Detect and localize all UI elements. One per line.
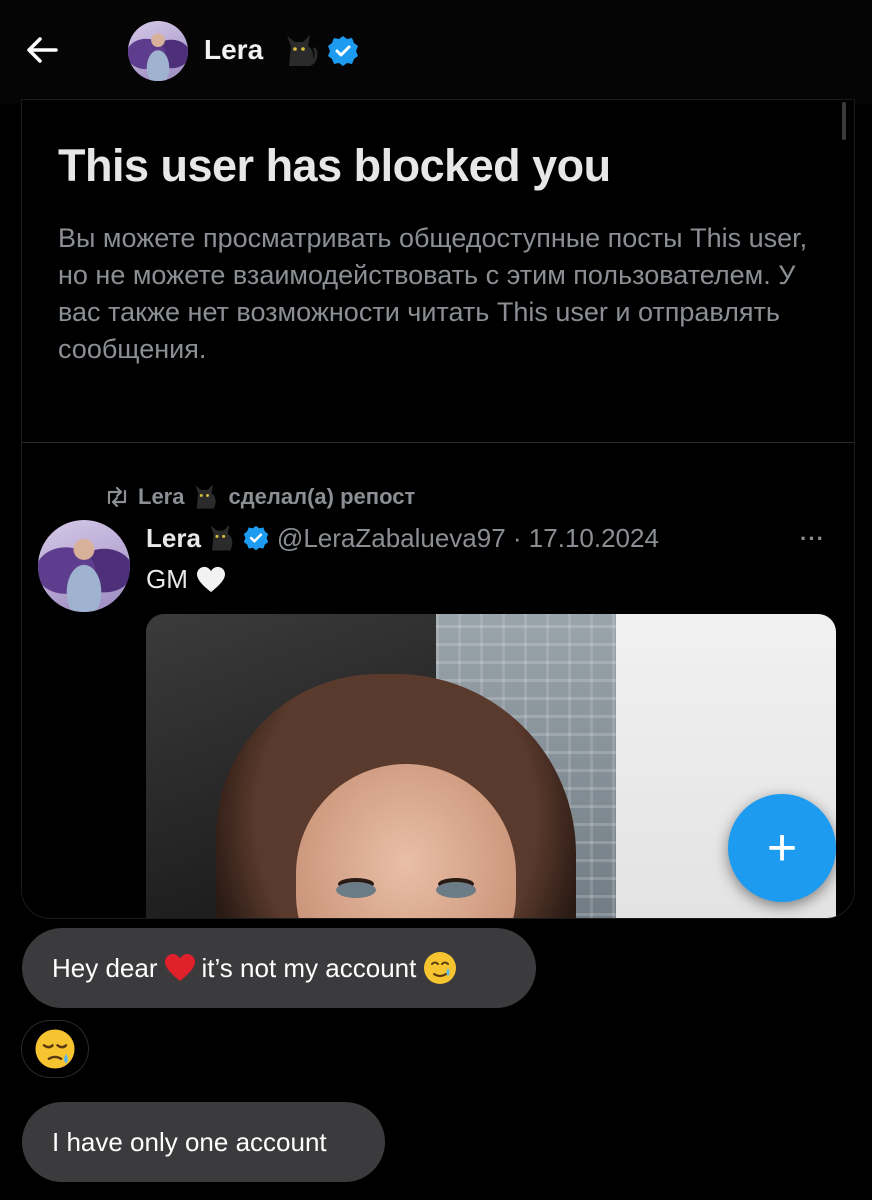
message-bubble[interactable]: I have only one account [22, 1102, 385, 1182]
message-text-2: it’s not my account [201, 952, 417, 983]
blocked-title: This user has blocked you [58, 140, 611, 191]
avatar[interactable] [128, 21, 188, 81]
repost-user[interactable]: Lera [138, 484, 184, 510]
verified-badge-icon [243, 525, 269, 551]
repost-suffix: сделал(а) репост [228, 484, 416, 509]
scroll-indicator [842, 102, 846, 140]
message-text-3: I have only one account [52, 1126, 327, 1157]
tweet-author[interactable]: Lera [146, 523, 201, 554]
more-options-button[interactable]: ··· [800, 526, 825, 552]
red-heart-icon [164, 954, 195, 981]
compose-button[interactable]: + [728, 794, 836, 902]
repost-indicator: Lera сделал(а) репост [104, 480, 415, 514]
divider [22, 442, 854, 443]
sleepy-face-emoji-icon [35, 1029, 75, 1069]
repost-icon [107, 486, 127, 508]
plus-icon: + [766, 819, 798, 877]
verified-badge-icon [328, 36, 358, 66]
white-heart-icon [196, 566, 225, 592]
tear-smile-emoji-icon [424, 952, 457, 984]
tweet-handle-date: @LeraZabalueva97 · 17.10.2024 [276, 522, 659, 553]
message-bubble[interactable]: Hey dear it’s not my account [22, 928, 536, 1008]
message-text-1: Hey dear [52, 952, 158, 983]
tweet-text: GM [146, 564, 226, 595]
cat-emoji-icon [195, 484, 217, 509]
emoji-message[interactable] [22, 1021, 88, 1077]
tweet-header: Lera @LeraZabalueva97 · 17.10.2024 [146, 520, 659, 556]
shared-profile-card[interactable]: This user has blocked you Вы можете прос… [22, 100, 854, 918]
profile-header: Lera [0, 0, 872, 104]
cat-emoji-icon [287, 35, 318, 66]
cat-emoji-icon [210, 524, 233, 551]
back-arrow-icon[interactable] [22, 30, 62, 70]
blocked-description: Вы можете просматривать общедоступные по… [58, 223, 808, 364]
tweet-text-content: GM [146, 564, 188, 594]
tweet-avatar[interactable] [38, 520, 130, 612]
profile-name: Lera [204, 34, 264, 65]
